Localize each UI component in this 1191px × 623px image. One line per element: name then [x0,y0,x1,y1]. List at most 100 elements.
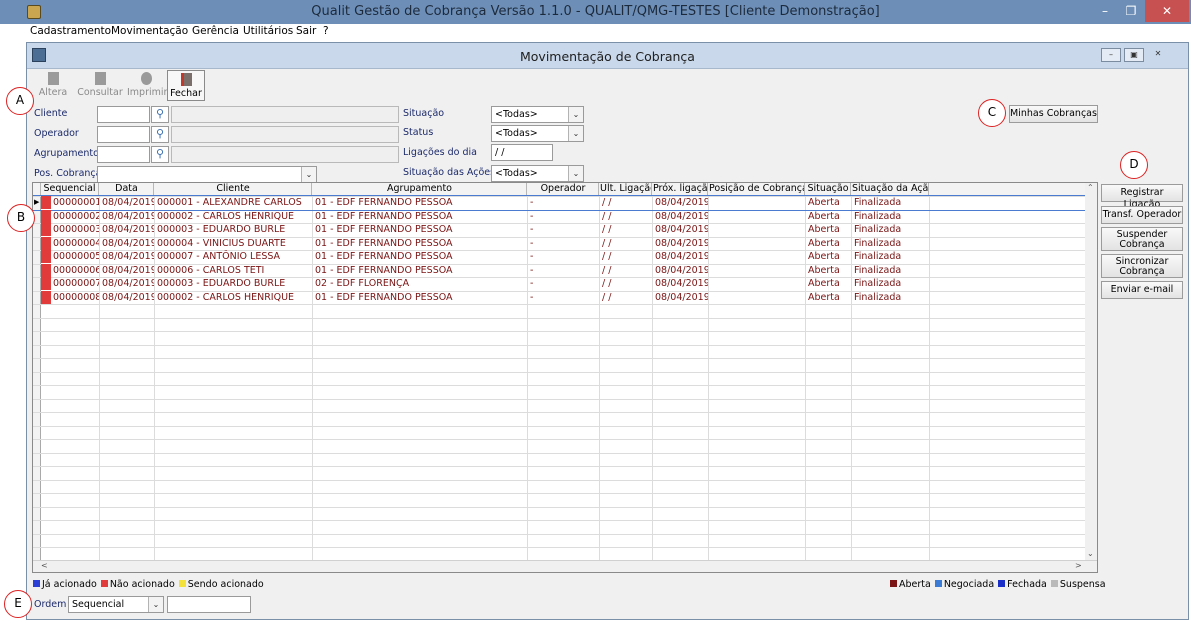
ordem-select[interactable]: Sequencial ⌄ [68,596,164,613]
scroll-right-icon[interactable]: > [1075,561,1082,570]
table-cell: 08/04/2019 [655,264,708,276]
imprimir-button[interactable]: Imprimir [127,70,167,101]
table-cell: 08/04/2019 [102,224,154,235]
maximize-icon[interactable]: ❐ [1116,0,1146,22]
consultar-button[interactable]: Consultar [76,70,124,101]
table-cell: 08/04/2019 [655,210,708,222]
table-cell: 08/04/2019 [655,251,708,262]
status-label: Status [403,127,434,138]
ordem-search-input[interactable] [167,596,251,613]
situacao-label: Situação [403,108,445,119]
table-row[interactable]: 00000004 08/04/2019 000004 - VINICIUS DUAR… [33,236,1087,251]
agrupamento-search-icon[interactable]: ⚲ [151,146,169,163]
column-header[interactable]: Próx. ligação [653,183,708,196]
table-row[interactable]: 00000002 08/04/2019 000002 - CARLOS HENRIQ… [33,209,1087,224]
transf-operador-button[interactable]: Transf. Operador [1101,206,1183,224]
chevron-down-icon: ⌄ [148,597,163,612]
situacao-acoes-select[interactable]: <Todas> ⌄ [491,165,584,182]
close-icon[interactable]: ✕ [1145,0,1189,22]
operador-search-icon[interactable]: ⚲ [151,126,169,143]
status-select[interactable]: <Todas> ⌄ [491,125,584,142]
column-header[interactable]: Posição de Cobrança [709,183,805,196]
fechar-button[interactable]: Fechar [167,70,205,101]
table-cell: - [530,291,534,303]
cliente-search-icon[interactable]: ⚲ [151,106,169,123]
table-cell: - [530,197,534,208]
legend-label: Aberta [899,579,931,590]
legend-label: Suspensa [1059,579,1106,590]
menu-utilitarios[interactable]: Utilitários [243,25,293,37]
cobranca-grid[interactable]: Sequencial Data Cliente Agrupamento Operador… [32,182,1098,573]
cliente-code-input[interactable] [97,106,150,123]
situacao-acoes-value: <Todas> [495,168,538,179]
legend-label: Fechada [1007,579,1047,590]
status-marker [41,277,51,290]
agrupamento-code-input[interactable] [97,146,150,163]
situacao-legend-item: Aberta [890,579,931,590]
menu-gerencia[interactable]: Gerência [192,25,239,37]
table-row[interactable]: 00000008 08/04/2019 000002 - CARLOS HENRIQ… [33,290,1087,305]
operador-code-input[interactable] [97,126,150,143]
column-header[interactable]: Situação da Ação [852,183,929,196]
table-cell: 08/04/2019 [102,291,154,303]
ligacoes-date-input[interactable]: / / [491,144,553,161]
table-row[interactable]: 00000006 08/04/2019 000006 - CARLOS TETI 01… [33,263,1087,278]
table-cell: Aberta [808,197,840,208]
table-cell: 00000002 [53,210,99,222]
table-row[interactable]: 00000003 08/04/2019 000003 - EDUARDO BURLE… [33,223,1087,237]
table-cell: 000001 - ALEXANDRE CARLOS [157,197,302,208]
vertical-scrollbar[interactable]: ⌃ ⌄ [1085,183,1097,561]
child-close-icon[interactable]: ✕ [1148,48,1168,62]
table-cell: Finalizada [854,237,902,249]
legend-label: Não acionado [109,579,175,590]
suspender-cobranca-button[interactable]: Suspender Cobrança [1101,227,1183,251]
table-cell: Aberta [808,291,840,303]
app-titlebar: Qualit Gestão de Cobrança Versão 1.1.0 -… [0,0,1191,24]
column-header[interactable]: Agrupamento [313,183,527,196]
legend-label: Sendo acionado [187,579,264,590]
acionamento-legend-item: Já acionado [33,579,97,590]
scroll-left-icon[interactable]: < [41,561,48,570]
situacao-select[interactable]: <Todas> ⌄ [491,106,584,123]
status-marker [41,290,51,304]
child-minimize-icon[interactable]: – [1101,48,1121,62]
table-cell: Aberta [808,210,840,222]
table-cell: 00000008 [53,291,99,303]
column-header[interactable]: Situação [806,183,851,196]
column-header[interactable]: Data [100,183,154,196]
enviar-email-button[interactable]: Enviar e-mail [1101,281,1183,299]
table-cell: - [530,251,534,262]
status-marker [41,263,51,277]
edit-icon [47,72,59,85]
status-value: <Todas> [495,128,538,139]
acionamento-legend-item: Sendo acionado [178,579,264,590]
column-header[interactable]: Sequencial [41,183,99,196]
legend-label: Já acionado [42,579,97,590]
column-header[interactable]: Operador [528,183,599,196]
menu-sair[interactable]: Sair [296,25,316,37]
column-header[interactable]: Últ. Ligação [600,183,652,196]
horizontal-scrollbar[interactable]: < > [33,560,1097,572]
sincronizar-cobranca-button[interactable]: Sincronizar Cobrança [1101,254,1183,278]
table-cell: 08/04/2019 [102,278,154,289]
menu-cadastramento[interactable]: Cadastramento [30,25,111,37]
table-row[interactable]: 00000001 08/04/2019 000001 - ALEXANDRE CAR… [33,195,1088,211]
scroll-up-icon[interactable]: ⌃ [1087,183,1094,192]
table-row[interactable]: 00000007 08/04/2019 000003 - EDUARDO BURLE… [33,277,1087,291]
child-restore-icon[interactable]: ▣ [1124,48,1144,62]
column-header[interactable]: Cliente [155,183,312,196]
altera-label: Altera [38,87,68,98]
operador-label: Operador [34,128,79,139]
scroll-down-icon[interactable]: ⌄ [1087,549,1094,558]
registrar-ligacao-button[interactable]: Registrar Ligação [1101,184,1183,210]
legend-swatch [178,580,186,587]
table-cell: Finalizada [854,251,902,262]
pos-cobranca-select[interactable]: ⌄ [97,166,317,183]
altera-button[interactable]: Altera [37,70,69,101]
minhas-cobrancas-button[interactable]: Minhas Cobranças [1009,105,1098,123]
table-row[interactable]: 00000005 08/04/2019 000007 - ANTÔNIO LESSA… [33,250,1087,264]
table-cell: 02 - EDF FLORENÇA [315,278,410,289]
acionamento-legend: Já acionado Não acionado Sendo acionado [33,579,268,590]
menu-movimentacao[interactable]: Movimentação [111,25,188,37]
menu-help[interactable]: ? [323,25,329,37]
